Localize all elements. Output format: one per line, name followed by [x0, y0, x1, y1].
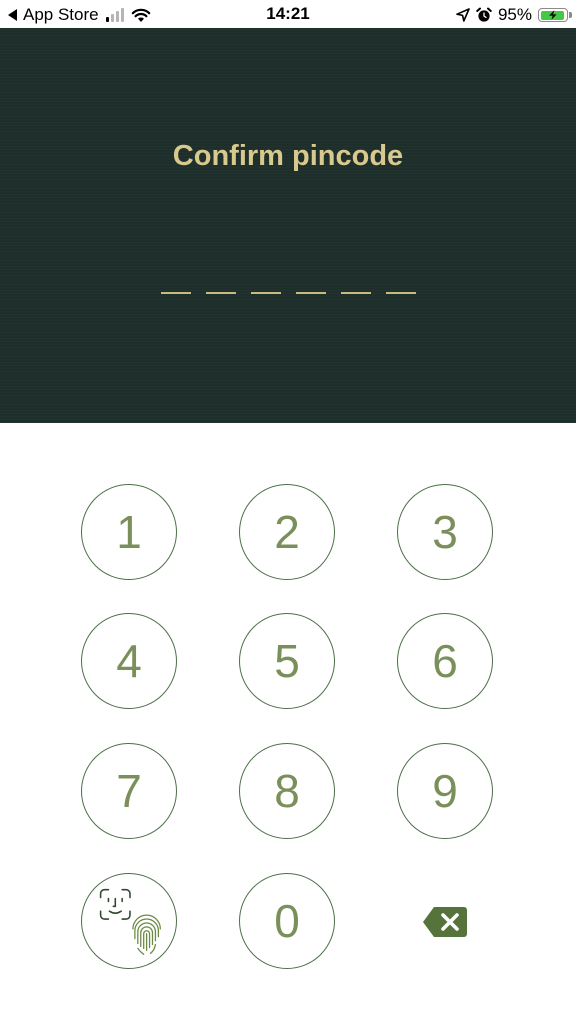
battery-charging-icon	[538, 8, 572, 22]
key-1[interactable]: 1	[81, 484, 177, 580]
pin-slot-6	[386, 292, 416, 294]
key-0[interactable]: 0	[239, 873, 335, 969]
battery-percentage: 95%	[497, 5, 532, 24]
face-id-icon	[99, 888, 131, 920]
location-arrow-icon	[456, 8, 470, 22]
pin-header: Confirm pincode	[0, 28, 576, 423]
key-6[interactable]: 6	[397, 613, 493, 709]
key-8[interactable]: 8	[239, 743, 335, 839]
key-3[interactable]: 3	[397, 484, 493, 580]
key-2[interactable]: 2	[239, 484, 335, 580]
pin-slot-4	[296, 292, 326, 294]
pin-slot-2	[206, 292, 236, 294]
biometric-button[interactable]	[81, 873, 177, 969]
status-bar: App Store 14:21 95%	[0, 0, 576, 28]
numeric-keypad: 1 2 3 4 5 6 7 8 9 0	[0, 423, 576, 1024]
key-9[interactable]: 9	[397, 743, 493, 839]
delete-button[interactable]	[420, 904, 470, 940]
pin-indicator	[161, 292, 416, 294]
key-5[interactable]: 5	[239, 613, 335, 709]
backspace-icon	[423, 907, 467, 937]
page-title: Confirm pincode	[172, 140, 404, 172]
pin-slot-1	[161, 292, 191, 294]
pin-slot-3	[251, 292, 281, 294]
key-4[interactable]: 4	[81, 613, 177, 709]
key-7[interactable]: 7	[81, 743, 177, 839]
pin-slot-5	[341, 292, 371, 294]
alarm-icon	[476, 7, 492, 22]
fingerprint-icon	[132, 914, 161, 955]
